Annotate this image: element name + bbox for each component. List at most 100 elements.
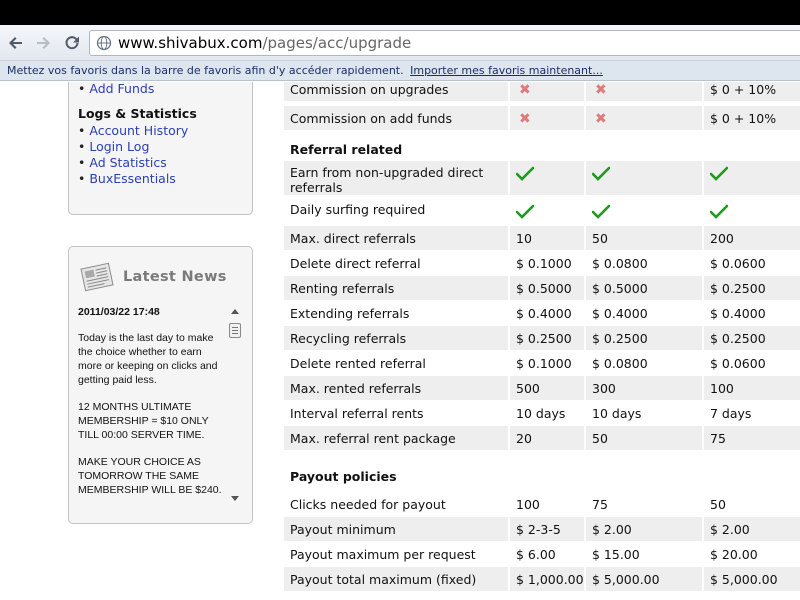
checkmark-icon xyxy=(516,166,534,181)
browser-toolbar: www.shivabux.com/pages/acc/upgrade xyxy=(0,25,800,61)
row-label: Renting referrals xyxy=(284,276,508,300)
row-value: $ 0.0800 xyxy=(586,351,702,375)
row-value: $ 0.4000 xyxy=(586,301,702,325)
page-content: • Add Funds Logs & Statistics • Account … xyxy=(0,82,800,600)
logs-heading: Logs & Statistics xyxy=(78,106,197,121)
cell-check xyxy=(510,196,584,225)
table-row: Max. referral rent package 20 50 75 xyxy=(284,426,800,451)
window-top-bar xyxy=(0,0,800,25)
news-paragraph: Today is the last day to make the choice… xyxy=(78,332,218,386)
add-funds-link[interactable]: Add Funds xyxy=(89,82,154,96)
row-value: $ 2.00 xyxy=(586,517,702,541)
row-label: Extending referrals xyxy=(284,301,508,325)
reload-button[interactable] xyxy=(60,31,84,55)
table-row: Payout maximum per request $ 6.00 $ 15.00 $… xyxy=(284,542,800,567)
menu-item-account-history[interactable]: • Account History xyxy=(78,123,252,139)
row-value: $ 1,000.00 xyxy=(510,567,584,591)
cell-xmark: ✖ xyxy=(510,82,584,101)
table-row: Payout total maximum (fixed) $ 1,000.00 $ … xyxy=(284,567,800,592)
ad-statistics-link[interactable]: Ad Statistics xyxy=(89,155,166,170)
cell-check xyxy=(704,196,800,225)
row-value: $ 0.4000 xyxy=(704,301,800,325)
cell-check xyxy=(704,161,800,195)
row-label: Daily surfing required xyxy=(284,196,508,225)
cell-xmark: ✖ xyxy=(586,82,702,101)
row-value: $ 15.00 xyxy=(586,542,702,566)
menu-item-ad-statistics[interactable]: • Ad Statistics xyxy=(78,155,252,171)
arrow-right-icon xyxy=(37,37,50,49)
scroll-up-arrow-icon[interactable] xyxy=(231,309,239,314)
row-value: 100 xyxy=(510,492,584,516)
row-label: Max. referral rent package xyxy=(284,426,508,450)
account-history-link[interactable]: Account History xyxy=(89,123,188,138)
news-scrollbar[interactable] xyxy=(228,305,242,505)
row-value: $ 5,000.00 xyxy=(704,567,800,591)
table-row: Extending referrals $ 0.4000 $ 0.4000 $ 0.4… xyxy=(284,301,800,326)
checkmark-icon xyxy=(592,204,610,219)
row-value: $ 0.2500 xyxy=(704,326,800,350)
row-value: $ 0.0800 xyxy=(586,251,702,275)
row-value: $ 6.00 xyxy=(510,542,584,566)
checkmark-icon xyxy=(710,166,728,181)
bookmarks-bar: Mettez vos favoris dans la barre de favo… xyxy=(0,61,800,81)
back-button[interactable] xyxy=(4,31,28,55)
table-row: Max. direct referrals 10 50 200 xyxy=(284,226,800,251)
address-bar[interactable]: www.shivabux.com/pages/acc/upgrade xyxy=(89,30,800,56)
x-icon: ✖ xyxy=(595,111,607,127)
scroll-down-arrow-icon[interactable] xyxy=(231,496,239,501)
row-label: Max. direct referrals xyxy=(284,226,508,250)
row-label: Interval referral rents xyxy=(284,401,508,425)
buxessentials-link[interactable]: BuxEssentials xyxy=(89,171,175,186)
forward-button[interactable] xyxy=(31,31,55,55)
table-row: Clicks needed for payout 100 75 50 xyxy=(284,492,800,517)
row-value: 10 days xyxy=(586,401,702,425)
row-value: 7 days xyxy=(704,401,800,425)
menu-item-login-log[interactable]: • Login Log xyxy=(78,139,252,155)
row-value: $ 0.1000 xyxy=(510,351,584,375)
row-label: Commission on upgrades xyxy=(284,82,508,101)
row-value: $ 0.2500 xyxy=(510,326,584,350)
table-row: Daily surfing required xyxy=(284,196,800,226)
payout-rows: Clicks needed for payout 100 75 50 Payout m… xyxy=(284,492,800,592)
latest-news-box: Latest News 2011/03/22 17:48 Today is th… xyxy=(68,246,253,524)
reload-icon xyxy=(65,36,79,50)
menu-item-add-funds[interactable]: • Add Funds xyxy=(78,82,252,97)
checkmark-icon xyxy=(516,204,534,219)
cell-xmark: ✖ xyxy=(586,106,702,130)
cell-check xyxy=(510,161,584,195)
news-title: Latest News xyxy=(123,269,227,285)
url-text: www.shivabux.com/pages/acc/upgrade xyxy=(118,34,411,52)
menu-item-buxessentials[interactable]: • BuxEssentials xyxy=(78,171,252,187)
cell-check xyxy=(586,196,702,225)
row-value: 10 days xyxy=(510,401,584,425)
table-row: Delete rented referral $ 0.1000 $ 0.0800 $ … xyxy=(284,351,800,376)
table-row: Delete direct referral $ 0.1000 $ 0.0800 $ … xyxy=(284,251,800,276)
scroll-thumb[interactable] xyxy=(229,323,241,338)
newspaper-icon xyxy=(80,262,114,292)
news-date: 2011/03/22 17:48 xyxy=(78,306,160,318)
row-label: Delete direct referral xyxy=(284,251,508,275)
row-value: 10 xyxy=(510,226,584,250)
news-paragraph: 12 MONTHS ULTIMATE MEMBERSHIP = $10 ONLY… xyxy=(78,401,209,441)
login-log-link[interactable]: Login Log xyxy=(89,139,149,154)
table-row: Renting referrals $ 0.5000 $ 0.5000 $ 0.250… xyxy=(284,276,800,301)
x-icon: ✖ xyxy=(595,82,607,98)
arrow-left-icon xyxy=(9,37,22,49)
row-label: Commission on add funds xyxy=(284,106,508,130)
row-label: Payout maximum per request xyxy=(284,542,508,566)
row-value: $ 2.00 xyxy=(704,517,800,541)
row-value: $ 0.0600 xyxy=(704,351,800,375)
checkmark-icon xyxy=(592,166,610,181)
row-value: 50 xyxy=(586,426,702,450)
row-value: 300 xyxy=(586,376,702,400)
account-menu-box: • Add Funds Logs & Statistics • Account … xyxy=(68,82,253,215)
row-value: $ 2-3-5 xyxy=(510,517,584,541)
x-icon: ✖ xyxy=(519,82,531,98)
row-value: $ 0 + 10% xyxy=(704,82,800,101)
table-row: Recycling referrals $ 0.2500 $ 0.2500 $ 0.2… xyxy=(284,326,800,351)
import-bookmarks-link[interactable]: Importer mes favoris maintenant... xyxy=(410,64,603,77)
row-value: $ 0.2500 xyxy=(586,326,702,350)
section-heading: Referral related xyxy=(290,142,403,157)
row-label: Earn from non-upgraded direct referrals xyxy=(284,161,508,195)
referral-rows: Max. direct referrals 10 50 200 Delete dire… xyxy=(284,226,800,451)
